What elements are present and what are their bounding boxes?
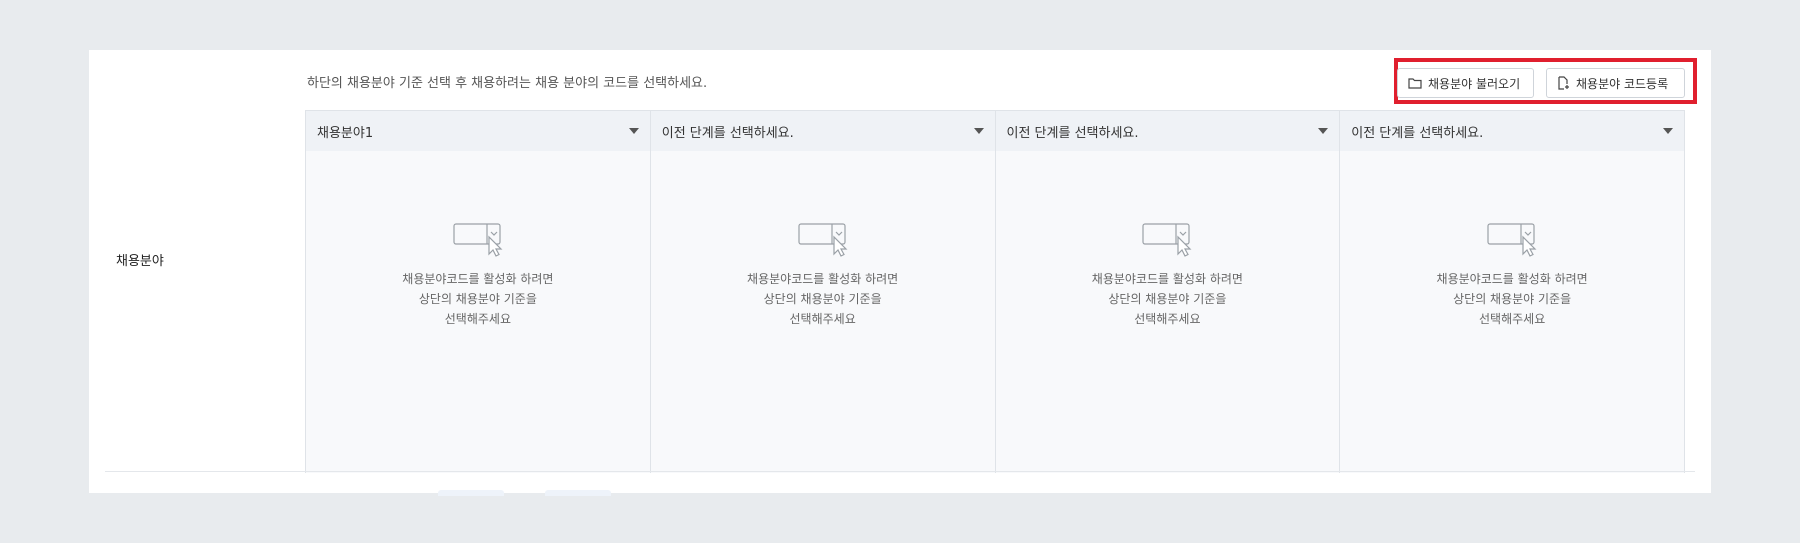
select-value: 채용분야1	[317, 125, 374, 141]
empty-line-1: 채용분야코드를 활성화 하려면	[402, 272, 554, 286]
chevron-down-icon	[1318, 128, 1329, 134]
field-column-3: 이전 단계를 선택하세요. 채용분야코드를 활성화 하려면 상단의 채용분야 기…	[995, 111, 1341, 473]
empty-line-1: 채용분야코드를 활성화 하려면	[1436, 272, 1588, 286]
recruitment-field-card: 채용분야 하단의 채용분야 기준 선택 후 채용하려는 채용 분야의 코드를 선…	[89, 50, 1711, 496]
select-cursor-icon	[798, 223, 848, 257]
register-code-button[interactable]: 채용분야 코드등록	[1546, 68, 1685, 98]
field-hint: 하단의 채용분야 기준 선택 후 채용하려는 채용 분야의 코드를 선택하세요.	[307, 76, 708, 91]
file-add-icon	[1558, 76, 1569, 90]
register-code-label: 채용분야 코드등록	[1576, 76, 1669, 91]
select-cursor-icon	[453, 223, 503, 257]
folder-icon	[1408, 78, 1422, 89]
empty-state: 채용분야코드를 활성화 하려면 상단의 채용분야 기준을 선택해주세요	[996, 221, 1340, 329]
field-column-2: 이전 단계를 선택하세요. 채용분야코드를 활성화 하려면 상단의 채용분야 기…	[650, 111, 996, 473]
load-fields-button[interactable]: 채용분야 불러오기	[1397, 68, 1534, 98]
select-cursor-icon	[1487, 223, 1537, 257]
row-divider	[105, 471, 1695, 472]
empty-line-2: 상단의 채용분야 기준을	[1453, 292, 1572, 306]
empty-line-3: 선택해주세요	[444, 312, 511, 326]
field-select-2[interactable]: 이전 단계를 선택하세요.	[650, 111, 995, 151]
field-select-4[interactable]: 이전 단계를 선택하세요.	[1340, 111, 1684, 151]
load-fields-label: 채용분야 불러오기	[1428, 76, 1521, 91]
select-value: 이전 단계를 선택하세요.	[661, 125, 794, 141]
empty-state: 채용분야코드를 활성화 하려면 상단의 채용분야 기준을 선택해주세요	[1340, 221, 1684, 329]
empty-line-2: 상단의 채용분야 기준을	[763, 292, 882, 306]
empty-line-3: 선택해주세요	[1479, 312, 1546, 326]
empty-line-2: 상단의 채용분야 기준을	[418, 292, 537, 306]
empty-line-1: 채용분야코드를 활성화 하려면	[1091, 272, 1243, 286]
row-label: 채용분야	[116, 254, 164, 269]
empty-state: 채용분야코드를 활성화 하려면 상단의 채용분야 기준을 선택해주세요	[306, 221, 650, 329]
field-column-1: 채용분야1 채용분야코드를 활성화 하려면 상단의 채용분야 기준을 선택해주세…	[306, 111, 651, 473]
empty-line-3: 선택해주세요	[1134, 312, 1201, 326]
field-select-1[interactable]: 채용분야1	[306, 111, 650, 151]
field-select-3[interactable]: 이전 단계를 선택하세요.	[995, 111, 1340, 151]
field-column-4: 이전 단계를 선택하세요. 채용분야코드를 활성화 하려면 상단의 채용분야 기…	[1340, 111, 1684, 473]
empty-line-2: 상단의 채용분야 기준을	[1108, 292, 1227, 306]
chevron-down-icon	[973, 128, 984, 134]
partial-button	[545, 490, 611, 496]
empty-line-1: 채용분야코드를 활성화 하려면	[747, 272, 899, 286]
select-value: 이전 단계를 선택하세요.	[1351, 125, 1484, 141]
partial-button	[438, 490, 504, 496]
empty-line-3: 선택해주세요	[789, 312, 856, 326]
chevron-down-icon	[628, 128, 639, 134]
field-selector-grid: 채용분야1 채용분야코드를 활성화 하려면 상단의 채용분야 기준을 선택해주세…	[305, 110, 1685, 473]
select-cursor-icon	[1142, 223, 1192, 257]
chevron-down-icon	[1663, 128, 1673, 134]
select-value: 이전 단계를 선택하세요.	[1006, 125, 1139, 141]
empty-state: 채용분야코드를 활성화 하려면 상단의 채용분야 기준을 선택해주세요	[651, 221, 995, 329]
